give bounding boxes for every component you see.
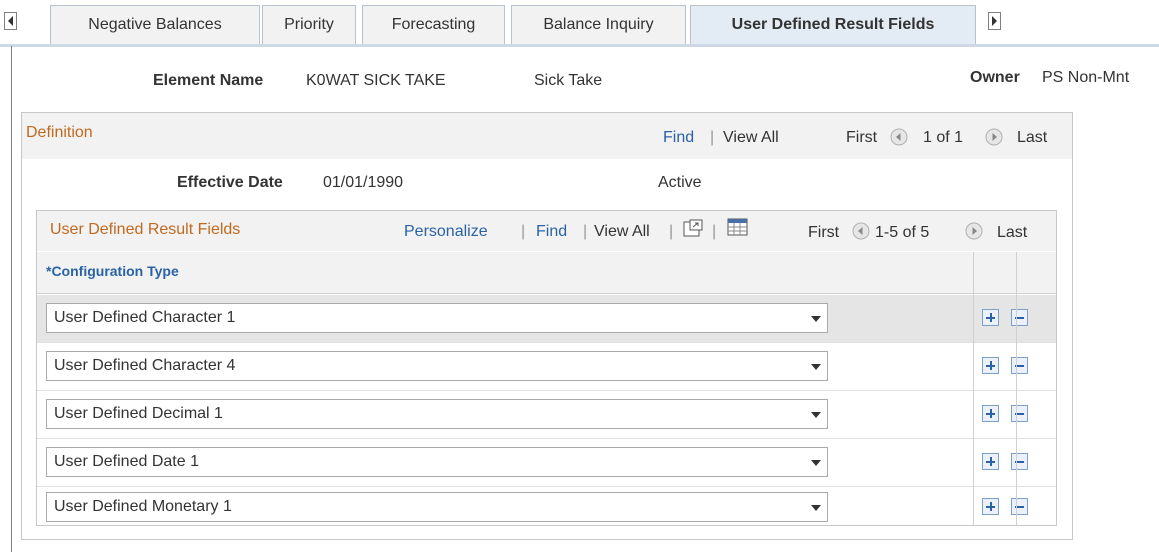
definition-find-link[interactable]: Find	[663, 129, 694, 147]
chevron-down-icon	[811, 505, 821, 511]
configuration-type-select[interactable]: User Defined Character 1	[46, 303, 828, 333]
delete-row-button[interactable]	[1011, 498, 1028, 515]
tab-label: Negative Balances	[88, 16, 222, 33]
grid-range: 1-5 of 5	[875, 224, 930, 241]
tab-scroll-left-button[interactable]	[4, 12, 17, 30]
zoom-grid-icon[interactable]	[682, 219, 704, 239]
owner-value: PS Non-Mnt	[1042, 69, 1130, 86]
chevron-down-icon	[811, 316, 821, 322]
tab-bar: Negative Balances Priority Forecasting B…	[0, 0, 1159, 48]
grid-view-all-link[interactable]: View All	[594, 223, 650, 241]
effective-date-label: Effective Date	[177, 174, 283, 191]
table-row: User Defined Character 1	[37, 295, 1056, 343]
table-row: User Defined Monetary 1	[37, 484, 1056, 532]
tab-scroll-right-button[interactable]	[988, 12, 1001, 30]
separator: |	[712, 223, 717, 240]
configuration-type-select[interactable]: User Defined Monetary 1	[46, 492, 828, 522]
delete-row-button[interactable]	[1011, 309, 1028, 326]
configuration-type-select[interactable]: User Defined Character 4	[46, 351, 828, 381]
table-row: User Defined Character 4	[37, 343, 1056, 391]
column-divider	[1016, 252, 1017, 525]
effective-date-value: 01/01/1990	[323, 174, 404, 191]
add-row-button[interactable]	[982, 498, 999, 515]
configuration-type-header[interactable]: *Configuration Type	[46, 263, 179, 279]
element-description: Sick Take	[534, 72, 603, 89]
frame-border	[11, 46, 12, 552]
download-spreadsheet-icon[interactable]	[727, 217, 749, 237]
grid-find-link[interactable]: Find	[536, 223, 567, 241]
tab-forecasting[interactable]: Forecasting	[362, 5, 505, 45]
tab-label: Balance Inquiry	[543, 16, 654, 33]
configuration-type-select[interactable]: User Defined Date 1	[46, 447, 828, 477]
element-name-value: K0WAT SICK TAKE	[306, 72, 446, 89]
definition-title: Definition	[26, 124, 93, 141]
chevron-down-icon	[811, 460, 821, 466]
tab-label: User Defined Result Fields	[731, 16, 935, 33]
element-name-label: Element Name	[153, 72, 264, 89]
owner-label: Owner	[970, 69, 1020, 86]
chevron-down-icon	[811, 364, 821, 370]
add-row-button[interactable]	[982, 405, 999, 422]
previous-circle-icon[interactable]	[852, 222, 870, 240]
table-row: User Defined Date 1	[37, 439, 1056, 487]
definition-header	[22, 113, 1072, 159]
separator: |	[710, 129, 715, 146]
delete-row-button[interactable]	[1011, 405, 1028, 422]
personalize-link[interactable]: Personalize	[404, 223, 488, 241]
select-value: User Defined Decimal 1	[54, 405, 223, 422]
left-arrow-icon	[8, 16, 13, 26]
right-arrow-icon	[992, 16, 997, 26]
grid-first-label: First	[808, 224, 840, 241]
status-value: Active	[658, 174, 702, 191]
separator: |	[669, 223, 674, 240]
tab-label: Forecasting	[391, 16, 476, 33]
tab-label: Priority	[284, 16, 334, 33]
tab-balance-inquiry[interactable]: Balance Inquiry	[511, 5, 686, 45]
select-value: User Defined Character 4	[54, 357, 236, 374]
tab-underline	[0, 44, 1159, 47]
definition-first-label: First	[846, 129, 878, 146]
add-row-button[interactable]	[982, 453, 999, 470]
definition-last-label: Last	[1017, 129, 1048, 146]
previous-circle-icon[interactable]	[890, 128, 908, 146]
column-header-row: *Configuration Type	[37, 252, 1056, 294]
delete-row-button[interactable]	[1011, 357, 1028, 374]
select-value: User Defined Date 1	[54, 453, 199, 470]
add-row-button[interactable]	[982, 357, 999, 374]
next-circle-icon[interactable]	[985, 128, 1003, 146]
select-value: User Defined Character 1	[54, 309, 236, 326]
chevron-down-icon	[811, 412, 821, 418]
table-row: User Defined Decimal 1	[37, 391, 1056, 439]
definition-range: 1 of 1	[923, 129, 964, 146]
definition-view-all-link[interactable]: View All	[723, 129, 779, 147]
column-divider	[973, 252, 974, 525]
tab-user-defined-result-fields[interactable]: User Defined Result Fields	[690, 5, 976, 47]
tab-negative-balances[interactable]: Negative Balances	[50, 5, 260, 45]
separator: |	[583, 223, 588, 240]
tab-priority[interactable]: Priority	[262, 5, 356, 45]
configuration-type-select[interactable]: User Defined Decimal 1	[46, 399, 828, 429]
grid-title: User Defined Result Fields	[50, 221, 241, 238]
delete-row-button[interactable]	[1011, 453, 1028, 470]
add-row-button[interactable]	[982, 309, 999, 326]
next-circle-icon[interactable]	[965, 222, 983, 240]
select-value: User Defined Monetary 1	[54, 498, 232, 515]
separator: |	[521, 223, 526, 240]
grid-last-label: Last	[997, 224, 1028, 241]
